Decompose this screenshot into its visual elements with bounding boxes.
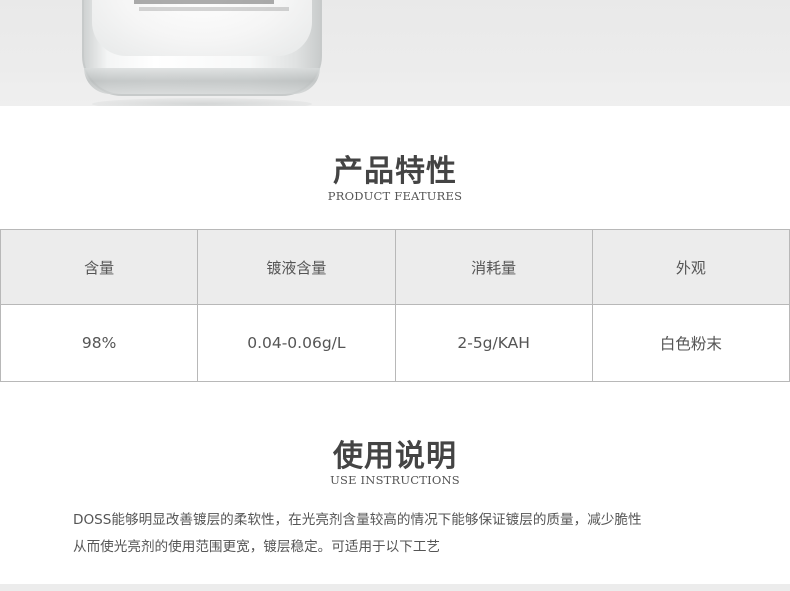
table-header-row: 含量 镀液含量 消耗量 外观 (0, 229, 790, 305)
header-cell-content: 含量 (0, 229, 199, 305)
features-title: 产品特性 (333, 154, 457, 189)
product-hero-image (0, 0, 790, 106)
value-cell-bath-content: 0.04-0.06g/L (197, 304, 396, 382)
value-cell-appearance: 白色粉末 (591, 304, 790, 382)
value-cell-consumption: 2-5g/KAH (394, 304, 593, 382)
description-line: DOSS能够明显改善镀层的柔软性，在光亮剂含量较高的情况下能够保证镀层的质量，减… (73, 512, 642, 528)
instructions-title: 使用说明 (333, 439, 457, 474)
instructions-description: DOSS能够明显改善镀层的柔软性，在光亮剂含量较高的情况下能够保证镀层的质量，减… (73, 507, 713, 561)
features-table: 含量 镀液含量 消耗量 外观 98% 0.04-0.06g/L 2-5g/KAH… (0, 229, 790, 382)
product-jar (82, 0, 322, 96)
jar-glass-base (84, 68, 320, 94)
jar-label (134, 0, 274, 4)
header-cell-appearance: 外观 (591, 229, 790, 305)
value-cell-content: 98% (0, 304, 199, 382)
jar-reflection (92, 98, 312, 106)
header-cell-consumption: 消耗量 (394, 229, 593, 305)
instructions-subtitle: USE INSTRUCTIONS (330, 473, 460, 487)
features-subtitle: PRODUCT FEATURES (327, 189, 463, 203)
description-line: 从而使光亮剂的使用范围更宽，镀层稳定。可适用于以下工艺 (73, 539, 441, 555)
bottom-divider (0, 584, 790, 591)
table-value-row: 98% 0.04-0.06g/L 2-5g/KAH 白色粉末 (0, 304, 790, 382)
jar-label-fine-print (139, 7, 289, 11)
header-cell-bath-content: 镀液含量 (197, 229, 396, 305)
